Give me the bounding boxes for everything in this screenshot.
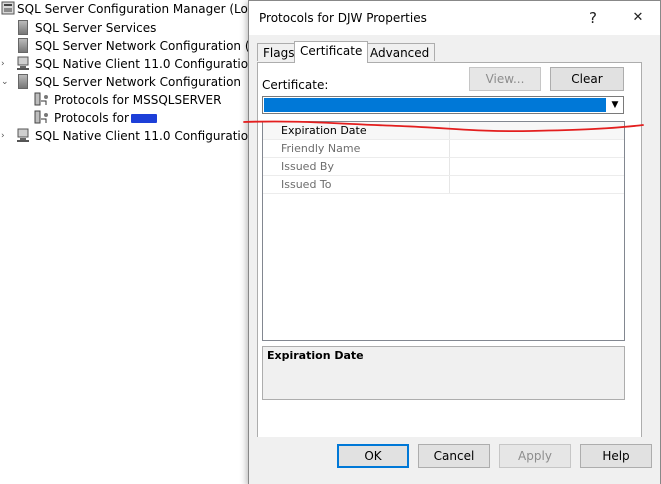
view-button[interactable]: View... <box>469 67 541 91</box>
expand-chevron-icon[interactable]: › <box>1 127 9 145</box>
grid-row[interactable]: Issued By <box>263 158 624 175</box>
ok-button[interactable]: OK <box>337 444 409 468</box>
tree-item-label: SQL Server Network Configuration <box>35 75 242 89</box>
description-title: Expiration Date <box>267 349 364 362</box>
grid-cell-label: Friendly Name <box>281 142 361 155</box>
description-panel: Expiration Date <box>262 346 625 400</box>
grid-cell-label: Issued By <box>281 160 334 173</box>
grid-separator <box>449 122 450 139</box>
tab-advanced[interactable]: Advanced <box>364 43 436 61</box>
grid-row[interactable]: Expiration Date <box>263 122 624 139</box>
tree-root-label: SQL Server Configuration Manager (Local) <box>17 2 270 16</box>
client-computer-icon <box>16 56 32 72</box>
grid-separator <box>449 176 450 193</box>
certificate-label: Certificate: <box>262 78 329 92</box>
close-icon[interactable]: ✕ <box>628 9 648 27</box>
server-icon <box>18 74 28 89</box>
apply-button[interactable]: Apply <box>499 444 571 468</box>
grid-cell-label: Issued To <box>281 178 332 191</box>
certificate-property-grid[interactable]: Expiration Date Friendly Name Issued By … <box>262 121 625 341</box>
redaction-mark <box>130 114 157 123</box>
dialog-titlebar[interactable]: Protocols for DJW Properties ? ✕ <box>249 1 660 35</box>
tree-item-label: SQL Server Network Configuration (32bit <box>35 39 281 53</box>
dialog-title: Protocols for DJW Properties <box>259 11 427 25</box>
tree-item-label: SQL Server Services <box>35 21 157 35</box>
cancel-button[interactable]: Cancel <box>418 444 490 468</box>
dropdown-arrow-icon[interactable]: ▼ <box>607 97 623 113</box>
tree-item-label-selected: Protocols for <box>54 109 157 127</box>
expand-chevron-icon[interactable]: › <box>1 55 9 73</box>
tree-item-label: Protocols for MSSQLSERVER <box>54 93 222 107</box>
help-button[interactable]: Help <box>580 444 652 468</box>
client-computer-icon <box>16 128 32 144</box>
grid-cell-label: Expiration Date <box>281 124 367 137</box>
protocol-icon <box>34 92 48 106</box>
config-manager-icon <box>1 1 15 15</box>
grid-separator <box>449 140 450 157</box>
certificate-dropdown[interactable]: ▼ <box>262 96 624 114</box>
clear-button[interactable]: Clear <box>550 67 624 91</box>
grid-row[interactable]: Issued To <box>263 176 624 193</box>
server-icon <box>18 38 28 53</box>
protocol-icon <box>34 110 48 124</box>
grid-row[interactable]: Friendly Name <box>263 140 624 157</box>
tree-item-label: SQL Native Client 11.0 Configuration <box>35 129 256 143</box>
grid-separator <box>449 158 450 175</box>
server-icon <box>18 20 28 35</box>
dropdown-selection <box>264 98 606 112</box>
help-icon[interactable]: ? <box>583 9 603 27</box>
grid-line <box>263 193 624 194</box>
tree-view[interactable]: SQL Server Configuration Manager (Local)… <box>0 0 287 484</box>
tab-certificate[interactable]: Certificate <box>294 41 369 63</box>
collapse-chevron-icon[interactable]: ⌄ <box>1 73 9 91</box>
